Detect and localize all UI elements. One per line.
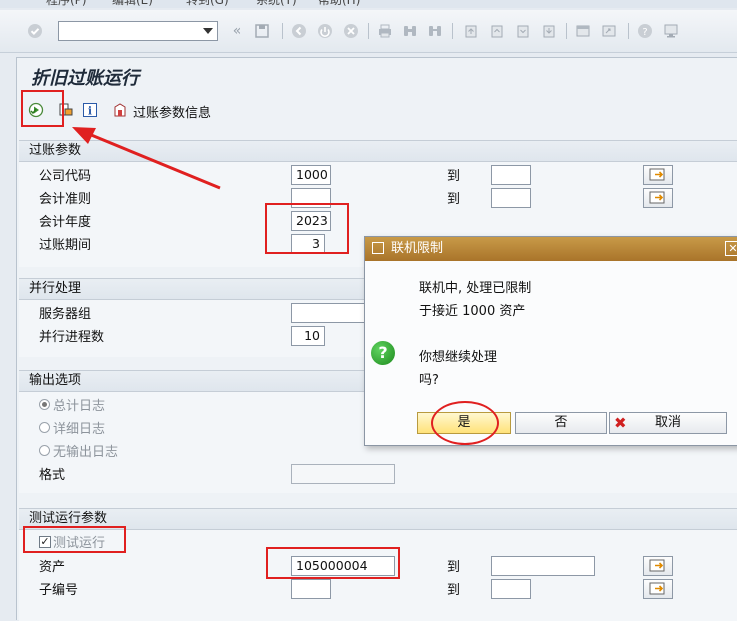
- accounting-principle-to-field[interactable]: [491, 188, 531, 208]
- dialog-window-icon: [372, 242, 384, 254]
- multiple-selection-button[interactable]: [643, 579, 673, 599]
- asset-label: 资产: [39, 560, 66, 575]
- previous-page-icon[interactable]: [488, 22, 506, 40]
- chevron-down-icon[interactable]: [203, 28, 213, 34]
- radio-detail-log-label: 详细日志: [53, 422, 106, 437]
- company-code-label: 公司代码: [39, 169, 92, 184]
- online-restriction-dialog: 联机限制 ✕ 联机中, 处理已限制 于接近 1000 资产 ? 你想继续处理 吗…: [364, 236, 737, 446]
- page-title: 折旧过账运行: [31, 68, 139, 89]
- find-icon[interactable]: [401, 22, 419, 40]
- annotation-box-asset: [266, 547, 400, 579]
- parameter-info-icon[interactable]: [111, 101, 129, 119]
- help-icon[interactable]: ?: [636, 22, 654, 40]
- dialog-titlebar: 联机限制 ✕: [365, 237, 737, 261]
- fiscal-year-label: 会计年度: [39, 215, 92, 230]
- cancel-button-label: 取消: [654, 415, 681, 430]
- svg-text:i: i: [88, 105, 92, 118]
- enter-check-icon[interactable]: [26, 22, 44, 40]
- radio-no-log-label: 无输出日志: [53, 445, 119, 460]
- back-icon[interactable]: [290, 22, 308, 40]
- server-group-label: 服务器组: [39, 307, 92, 322]
- radio-total-log[interactable]: [39, 399, 50, 410]
- asset-to-field[interactable]: [491, 556, 595, 576]
- command-field[interactable]: [58, 21, 218, 41]
- param-info-button[interactable]: 过账参数信息: [133, 102, 211, 121]
- dialog-message-line2: 于接近 1000 资产: [419, 304, 526, 319]
- annotation-box-execute: [21, 90, 64, 127]
- radio-detail-log[interactable]: [39, 422, 50, 433]
- shortcut-icon[interactable]: [600, 22, 618, 40]
- dialog-message-line1: 联机中, 处理已限制: [419, 281, 532, 296]
- menu-goto[interactable]: 转到(G): [186, 0, 229, 8]
- multiple-selection-button[interactable]: [643, 165, 673, 185]
- format-label: 格式: [39, 468, 66, 483]
- last-page-icon[interactable]: [540, 22, 558, 40]
- svg-text:?: ?: [642, 27, 647, 38]
- first-page-icon[interactable]: [462, 22, 480, 40]
- test-run-params-title: 测试运行参数: [19, 509, 737, 530]
- menu-system[interactable]: 系统(Y): [256, 0, 297, 8]
- save-icon[interactable]: [253, 22, 271, 40]
- menubar: 程序(P) 编辑(E) 转到(G) 系统(Y) 帮助(H): [0, 0, 737, 8]
- parallel-jobs-field[interactable]: 10: [291, 326, 325, 346]
- multiple-selection-button[interactable]: [643, 556, 673, 576]
- cancel-x-icon: ✖: [614, 414, 627, 432]
- close-icon[interactable]: ✕: [725, 241, 737, 256]
- posting-period-label: 过账期间: [39, 238, 92, 253]
- question-icon: ?: [371, 341, 395, 365]
- annotation-box-test-run: [23, 526, 126, 553]
- to-label: 到: [447, 560, 461, 575]
- company-code-to-field[interactable]: [491, 165, 531, 185]
- parallel-jobs-label: 并行进程数: [39, 330, 105, 345]
- standard-toolbar: « ?: [0, 10, 737, 53]
- to-label: 到: [447, 192, 461, 207]
- company-code-field[interactable]: 1000: [291, 165, 331, 185]
- no-button[interactable]: 否: [515, 412, 607, 434]
- double-chevron-left-icon[interactable]: «: [228, 22, 246, 40]
- find-next-icon[interactable]: [426, 22, 444, 40]
- customize-layout-icon[interactable]: [662, 22, 680, 40]
- to-label: 到: [447, 169, 461, 184]
- annotation-box-year-period: [265, 203, 349, 254]
- sub-number-field[interactable]: [291, 579, 331, 599]
- menu-help[interactable]: 帮助(H): [318, 0, 360, 8]
- new-session-icon[interactable]: [574, 22, 592, 40]
- posting-params-title: 过账参数: [19, 141, 737, 162]
- menu-edit[interactable]: 编辑(E): [112, 0, 153, 8]
- accounting-principle-label: 会计准则: [39, 192, 92, 207]
- dialog-question-line2: 吗?: [419, 373, 439, 388]
- format-field[interactable]: [291, 464, 395, 484]
- menu-program[interactable]: 程序(P): [46, 0, 87, 8]
- next-page-icon[interactable]: [514, 22, 532, 40]
- cancel-button[interactable]: ✖ 取消: [609, 412, 727, 434]
- annotation-oval-yes: [431, 401, 499, 445]
- dialog-question-line1: 你想继续处理: [419, 350, 498, 365]
- cancel-icon[interactable]: [342, 22, 360, 40]
- radio-no-log[interactable]: [39, 445, 50, 456]
- dialog-title: 联机限制: [391, 241, 444, 256]
- sub-number-to-field[interactable]: [491, 579, 531, 599]
- info-icon[interactable]: i: [81, 101, 99, 119]
- radio-total-log-label: 总计日志: [53, 399, 106, 414]
- multiple-selection-button[interactable]: [643, 188, 673, 208]
- exit-icon[interactable]: [316, 22, 334, 40]
- print-icon[interactable]: [376, 22, 394, 40]
- to-label: 到: [447, 583, 461, 598]
- sub-number-label: 子编号: [39, 583, 79, 598]
